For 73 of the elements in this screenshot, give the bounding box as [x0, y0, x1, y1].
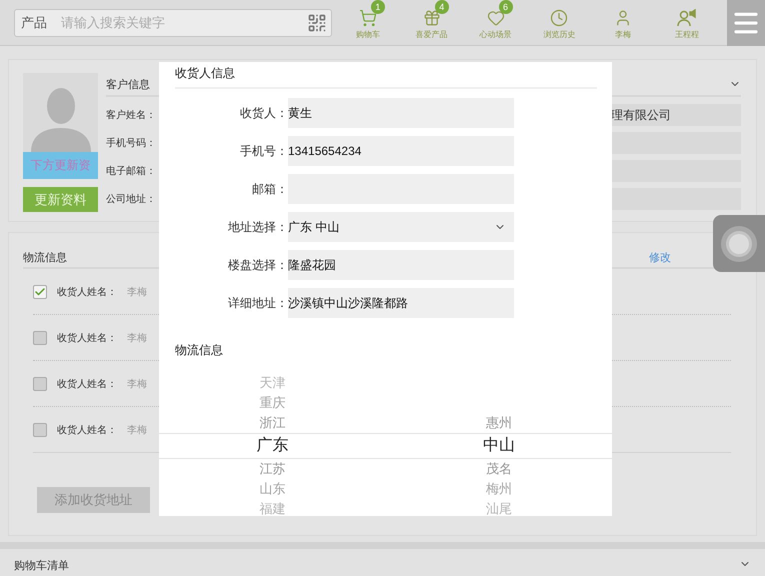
- checkbox[interactable]: [33, 330, 47, 344]
- menu-button[interactable]: [727, 0, 765, 46]
- picker-option[interactable]: 重庆: [259, 393, 286, 413]
- count-badge: 6: [498, 0, 513, 14]
- update-button[interactable]: 更新资料: [23, 187, 98, 212]
- field-label: 公司地址：: [106, 192, 157, 206]
- person-speaker-icon: [676, 8, 698, 26]
- picker-option[interactable]: 江苏: [259, 459, 286, 479]
- field-label: 手机号码：: [106, 136, 157, 150]
- field-label: 手机号：: [239, 142, 288, 160]
- section-title: 物流信息: [23, 250, 67, 264]
- count-badge: 1: [370, 0, 385, 14]
- picker-option[interactable]: 中山: [482, 433, 515, 459]
- checkbox[interactable]: [33, 376, 47, 390]
- address-label: 收货人姓名：: [57, 332, 117, 344]
- input-field[interactable]: 沙溪镇中山沙溪隆都路: [288, 288, 514, 318]
- field-label: 详细地址：: [227, 294, 288, 312]
- cart-icon: [358, 8, 377, 26]
- field-label: 客户姓名：: [106, 108, 157, 122]
- picker-option[interactable]: 惠州: [486, 413, 512, 433]
- category-label: 产品: [21, 14, 47, 32]
- field-label: 地址选择：: [227, 218, 288, 236]
- field-label: 邮箱：: [251, 180, 288, 198]
- field-label: 收货人：: [239, 104, 288, 122]
- address-label: 收货人姓名：: [57, 424, 117, 436]
- recipient-name: 李梅: [127, 332, 147, 344]
- picker-option[interactable]: 山东: [259, 479, 286, 499]
- picker-option[interactable]: 广东: [256, 433, 288, 459]
- nav-item[interactable]: 王程程: [657, 0, 718, 40]
- input-field[interactable]: [611, 188, 741, 210]
- nav-item[interactable]: 4 喜爱产品: [402, 0, 462, 40]
- nav-item[interactable]: 1 购物车: [338, 0, 398, 40]
- recipient-name: 李梅: [127, 286, 147, 298]
- add-address-button[interactable]: 添加收货地址: [37, 487, 150, 513]
- input-field[interactable]: [611, 160, 741, 182]
- nav-item[interactable]: 6 心动场景: [466, 0, 526, 40]
- picker-option[interactable]: 汕尾: [486, 499, 512, 515]
- select-field[interactable]: 广东 中山: [288, 212, 514, 242]
- field-label: 楼盘选择：: [227, 256, 288, 274]
- edit-link[interactable]: 修改: [649, 250, 671, 264]
- recipient-name: 李梅: [127, 378, 147, 390]
- input-field[interactable]: 黄生: [288, 98, 514, 128]
- search-bar[interactable]: 产品 请输入搜索关键字: [14, 8, 332, 36]
- floating-button[interactable]: [713, 215, 765, 272]
- picker-option[interactable]: 梅州: [486, 479, 512, 499]
- input-field[interactable]: [611, 132, 741, 154]
- section-title: 购物车清单: [14, 559, 69, 573]
- address-label: 收货人姓名：: [57, 378, 117, 390]
- input-field[interactable]: 理有限公司: [611, 104, 741, 126]
- region-picker[interactable]: 天津 重庆 浙江 广东 江苏 山东 福建 惠州 中山 茂名 梅州 汕尾: [159, 373, 612, 515]
- input-field[interactable]: 隆盛花园: [288, 250, 514, 280]
- gift-icon: [422, 8, 441, 26]
- picker-option[interactable]: 茂名: [486, 459, 512, 479]
- dialog-title: 收货人信息: [175, 62, 597, 89]
- picker-option[interactable]: 天津: [259, 373, 286, 393]
- nav-item[interactable]: 李梅: [593, 0, 654, 40]
- address-label: 收货人姓名：: [57, 286, 117, 298]
- input-field[interactable]: 13415654234: [288, 136, 514, 166]
- recipient-name: 李梅: [127, 424, 147, 436]
- clock-icon: [550, 8, 568, 26]
- search-field[interactable]: 请输入搜索关键字: [59, 14, 295, 31]
- count-badge: 4: [434, 0, 449, 14]
- photo-caption: 下方更新资: [23, 152, 98, 179]
- nav-item[interactable]: 浏览历史: [529, 0, 590, 40]
- qr-code-icon[interactable]: [307, 12, 327, 32]
- field-label: 电子邮箱：: [106, 164, 157, 178]
- picker-option[interactable]: 福建: [259, 499, 286, 515]
- section-title: 客户信息: [106, 78, 150, 92]
- checkbox[interactable]: [33, 284, 47, 298]
- heart-icon: [486, 8, 505, 26]
- checkbox[interactable]: [33, 422, 47, 436]
- picker-option[interactable]: 浙江: [259, 413, 286, 433]
- section-title: 物流信息: [175, 342, 224, 359]
